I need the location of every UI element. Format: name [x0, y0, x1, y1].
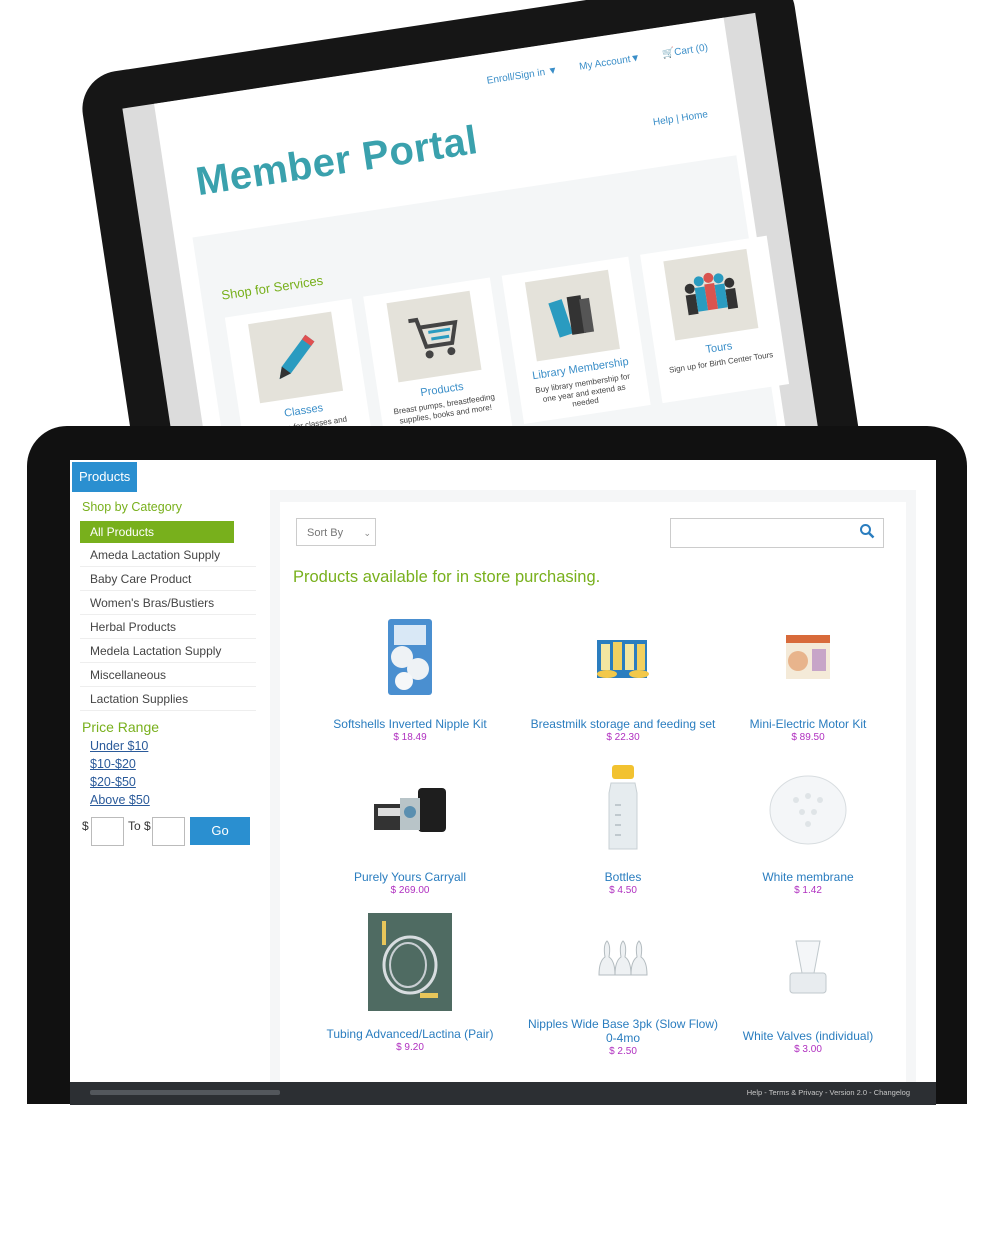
category-herbal[interactable]: Herbal Products	[80, 616, 256, 639]
price-link-under-10[interactable]: Under $10	[90, 739, 256, 753]
help-home-links[interactable]: Help | Home	[652, 109, 708, 128]
product-image	[310, 765, 510, 855]
product-card[interactable]: Mini-Electric Motor Kit $ 89.50	[708, 612, 908, 743]
service-card-tours[interactable]: Tours Sign up for Birth Center Tours	[640, 235, 790, 404]
product-image	[708, 612, 908, 702]
product-price: $ 18.49	[393, 731, 427, 743]
product-price: $ 4.50	[609, 884, 637, 896]
product-price: $ 269.00	[390, 884, 430, 896]
product-image	[523, 612, 723, 702]
range-from-label: $	[82, 819, 89, 833]
sort-by-select[interactable]: Sort By ⌄	[296, 518, 376, 546]
price-link-10-20[interactable]: $10-$20	[90, 757, 256, 771]
cart-label: Cart (0)	[673, 42, 709, 59]
range-to-input[interactable]	[152, 817, 185, 846]
sidebar: Shop by Category All Products Ameda Lact…	[80, 500, 256, 849]
service-card-library[interactable]: Library Membership Buy library membershi…	[501, 256, 651, 425]
cart-icon	[386, 290, 482, 383]
product-card[interactable]: Softshells Inverted Nipple Kit $ 18.49	[310, 612, 510, 743]
pencil-icon	[248, 311, 344, 404]
product-image	[523, 912, 723, 1002]
product-price: $ 1.42	[794, 884, 822, 896]
range-to-label: To $	[128, 819, 151, 833]
product-price: $ 89.50	[791, 731, 825, 743]
main-panel: Sort By ⌄ Products available for in stor…	[270, 490, 916, 1090]
range-from-input[interactable]	[91, 817, 124, 846]
product-card[interactable]: White Valves (individual) $ 3.00	[708, 924, 908, 1055]
page-title: Member Portal	[192, 118, 481, 205]
my-account-link[interactable]: My Account▼	[579, 53, 642, 73]
product-name[interactable]: Bottles	[523, 870, 723, 885]
product-image	[310, 912, 510, 1012]
tab-products[interactable]: Products	[72, 462, 138, 492]
go-button[interactable]: Go	[190, 817, 250, 845]
product-card[interactable]: Bottles $ 4.50	[523, 765, 723, 896]
product-card[interactable]: Nipples Wide Base 3pk (Slow Flow) 0-4mo …	[523, 912, 723, 1057]
product-name[interactable]: White membrane	[708, 870, 908, 885]
product-name[interactable]: White Valves (individual)	[708, 1029, 908, 1044]
enroll-signin-link[interactable]: Enroll/Sign in ▼	[486, 65, 558, 87]
product-price: $ 2.50	[609, 1045, 637, 1057]
books-icon	[524, 269, 620, 362]
product-price: $ 22.30	[606, 731, 640, 743]
sort-by-label: Sort By	[307, 527, 344, 539]
chevron-down-icon: ⌄	[363, 528, 371, 538]
product-card[interactable]: Breastmilk storage and feeding set $ 22.…	[523, 612, 723, 743]
product-price: $ 3.00	[794, 1043, 822, 1055]
product-image	[708, 765, 908, 855]
category-lactation-supplies[interactable]: Lactation Supplies	[80, 688, 256, 711]
product-image	[523, 765, 723, 855]
product-name[interactable]: Nipples Wide Base 3pk (Slow Flow) 0-4mo	[523, 1017, 723, 1046]
product-image	[708, 924, 908, 1014]
footer: Help - Terms & Privacy - Version 2.0 - C…	[70, 1082, 936, 1105]
search-input[interactable]	[670, 518, 884, 548]
price-range-heading: Price Range	[82, 719, 160, 735]
price-link-above-50[interactable]: Above $50	[90, 793, 256, 807]
price-link-20-50[interactable]: $20-$50	[90, 775, 256, 789]
search-icon[interactable]	[859, 523, 875, 544]
copyright-text	[90, 1090, 280, 1095]
category-bras[interactable]: Women's Bras/Bustiers	[80, 592, 256, 615]
service-card-products[interactable]: Products Breast pumps, breastfeeding sup…	[363, 277, 513, 445]
product-card[interactable]: White membrane $ 1.42	[708, 765, 908, 896]
product-name[interactable]: Breastmilk storage and feeding set	[523, 717, 723, 732]
main-content: Sort By ⌄ Products available for in stor…	[280, 502, 906, 1090]
product-name[interactable]: Mini-Electric Motor Kit	[708, 717, 908, 732]
footer-links[interactable]: Help - Terms & Privacy - Version 2.0 - C…	[747, 1088, 910, 1097]
category-heading: Shop by Category	[82, 500, 183, 514]
shop-services-heading: Shop for Services	[220, 272, 325, 303]
people-icon	[663, 248, 759, 341]
price-range-filter: $ To $ Go	[80, 815, 256, 849]
category-all-products[interactable]: All Products	[80, 521, 234, 543]
product-card[interactable]: Tubing Advanced/Lactina (Pair) $ 9.20	[310, 913, 510, 1053]
product-name[interactable]: Softshells Inverted Nipple Kit	[310, 717, 510, 732]
category-miscellaneous[interactable]: Miscellaneous	[80, 664, 256, 687]
product-image	[310, 612, 510, 702]
products-heading: Products available for in store purchasi…	[293, 568, 601, 586]
category-ameda[interactable]: Ameda Lactation Supply	[80, 544, 256, 567]
products-page: Products Shop by Category All Products A…	[70, 460, 936, 1105]
product-card[interactable]: Purely Yours Carryall $ 269.00	[310, 765, 510, 896]
product-name[interactable]: Tubing Advanced/Lactina (Pair)	[310, 1027, 510, 1042]
top-nav: Enroll/Sign in ▼ My Account▼ 🛒Cart (0)	[486, 42, 709, 86]
category-baby-care[interactable]: Baby Care Product	[80, 568, 256, 591]
category-medela[interactable]: Medela Lactation Supply	[80, 640, 256, 663]
laptop-device: Products Shop by Category All Products A…	[27, 426, 967, 1105]
product-price: $ 9.20	[396, 1041, 424, 1053]
product-name[interactable]: Purely Yours Carryall	[310, 870, 510, 885]
cart-link[interactable]: 🛒Cart (0)	[661, 42, 708, 60]
